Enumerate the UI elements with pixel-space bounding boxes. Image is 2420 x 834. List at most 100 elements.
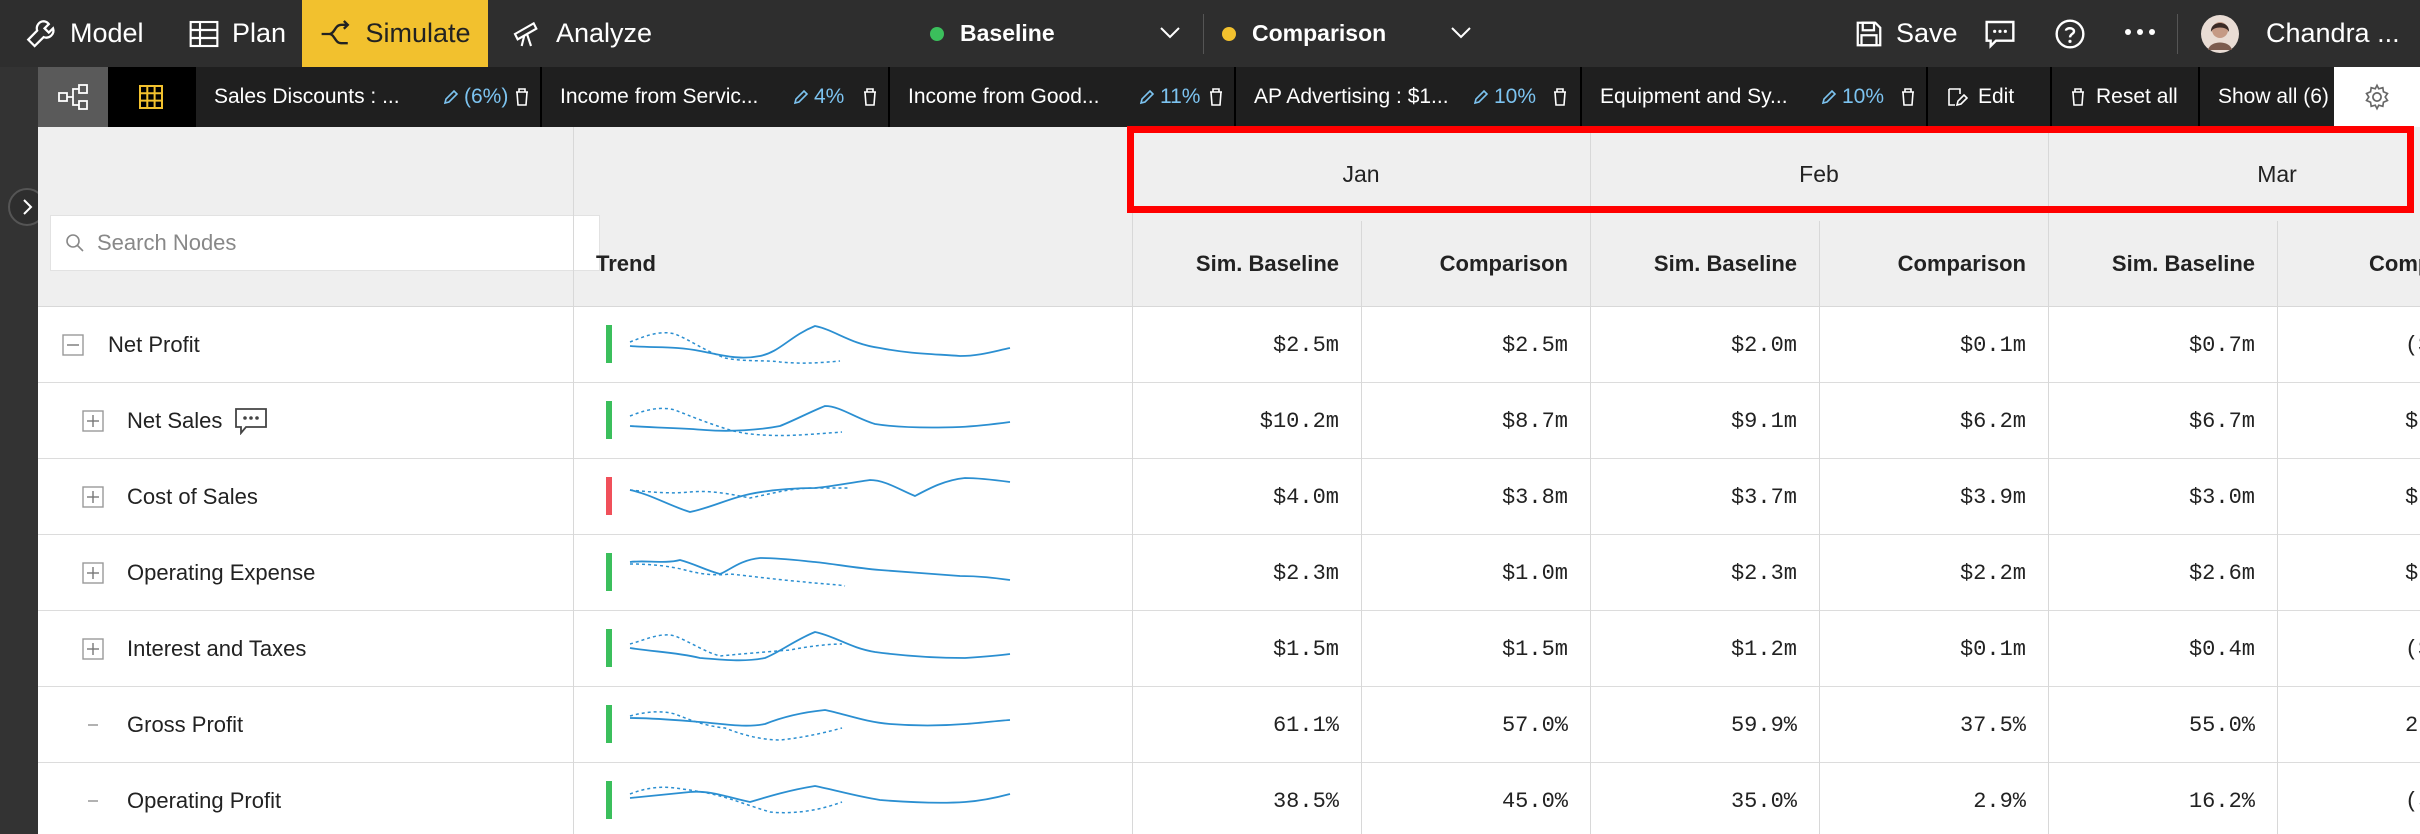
baseline-selector[interactable]: Baseline xyxy=(930,0,1055,67)
value-cell[interactable]: $9.1m xyxy=(1590,383,1819,459)
comparison-selector[interactable]: Comparison xyxy=(1222,0,1386,67)
value-cell[interactable]: $2.2m xyxy=(1819,535,2048,611)
row-label: Net Sales xyxy=(127,383,268,459)
search-input[interactable] xyxy=(95,229,579,257)
value-cell[interactable]: $3.8m xyxy=(1361,459,1590,535)
scenario-pct[interactable]: 4% xyxy=(792,85,844,109)
value-cell[interactable]: 45.0% xyxy=(1361,763,1590,834)
value-cell[interactable]: $2.0m xyxy=(1590,307,1819,383)
value-cell[interactable]: 59.9% xyxy=(1590,687,1819,763)
value-cell[interactable]: 38.5% xyxy=(1132,763,1361,834)
save-button[interactable]: Save xyxy=(1854,0,1958,67)
chevron-down-icon[interactable] xyxy=(1449,20,1473,44)
scenario-pct[interactable]: 11% xyxy=(1138,85,1200,109)
comment-icon[interactable] xyxy=(234,407,268,435)
value-cell[interactable]: $3.0m xyxy=(2048,459,2277,535)
show-all-button[interactable]: Show all (6) xyxy=(2198,67,2334,127)
baseline-label: Baseline xyxy=(960,20,1055,46)
value-cell[interactable]: ($6 xyxy=(2277,307,2420,383)
value-cell[interactable]: 37.5% xyxy=(1819,687,2048,763)
scenario-chip[interactable]: AP Advertising : $1... 10% xyxy=(1234,67,1580,127)
value-cell[interactable]: 2 xyxy=(2277,687,2420,763)
more-icon[interactable] xyxy=(2122,25,2158,39)
scenario-chip[interactable]: Equipment and Sy... 10% xyxy=(1580,67,1926,127)
grid-view-button[interactable] xyxy=(108,67,194,127)
scenario-chip[interactable]: Sales Discounts : ... (6%) xyxy=(194,67,540,127)
value-cell[interactable]: $10.2m xyxy=(1132,383,1361,459)
value-cell[interactable]: $6.2m xyxy=(1819,383,2048,459)
value-cell[interactable]: 55.0% xyxy=(2048,687,2277,763)
value-cell[interactable]: $1.5m xyxy=(1361,611,1590,687)
value-cell[interactable]: $3.9m xyxy=(1819,459,2048,535)
trash-icon[interactable] xyxy=(862,87,878,107)
table-row[interactable]: Net Profit$2.5m$2.5m$2.0m$0.1m$0.7m($6 xyxy=(38,307,2420,383)
scenario-pct[interactable]: (6%) xyxy=(442,85,508,109)
reset-all-button[interactable]: Reset all xyxy=(2050,67,2198,127)
trash-icon[interactable] xyxy=(1552,87,1568,107)
value-cell[interactable]: $1.0m xyxy=(1361,535,1590,611)
col-header-sim-baseline[interactable]: Sim. Baseline xyxy=(2048,221,2277,307)
nav-analyze[interactable]: Analyze xyxy=(510,0,652,67)
nav-plan[interactable]: Plan xyxy=(188,0,286,67)
value-cell[interactable]: $ xyxy=(2277,459,2420,535)
user-menu[interactable]: Chandra ... xyxy=(2200,0,2400,67)
value-cell[interactable]: $6.7m xyxy=(2048,383,2277,459)
value-cell[interactable]: $2.3m xyxy=(1132,535,1361,611)
table-row[interactable]: Cost of Sales $4.0m $3.8m $3.7m $3.9m $3.0m $ xyxy=(38,459,2420,535)
value-cell[interactable]: $1.5m xyxy=(1132,611,1361,687)
help-icon[interactable] xyxy=(2054,18,2086,50)
value-cell[interactable]: $0.7m xyxy=(2048,307,2277,383)
table-row[interactable]: Operating Expense $2.3m $1.0m $2.3m $2.2m $2.… xyxy=(38,535,2420,611)
value-cell[interactable]: $ xyxy=(2277,535,2420,611)
col-header-comparison[interactable]: Compa xyxy=(2277,221,2420,307)
scenario-chip[interactable]: Income from Servic... 4% xyxy=(540,67,888,127)
settings-button[interactable] xyxy=(2334,67,2420,127)
value-cell[interactable]: $8.7m xyxy=(1361,383,1590,459)
col-header-comparison[interactable]: Comparison xyxy=(1361,221,1590,307)
tree-view-button[interactable] xyxy=(38,67,108,127)
value-cell[interactable]: $0.1m xyxy=(1819,611,2048,687)
expand-icon[interactable] xyxy=(82,410,104,432)
value-cell[interactable]: $2.5m xyxy=(1132,307,1361,383)
table-row[interactable]: Operating Profit 38.5% 45.0% 35.0% 2.9% 16.2%… xyxy=(38,763,2420,834)
value-cell[interactable]: $4.0m xyxy=(1132,459,1361,535)
trash-icon[interactable] xyxy=(1900,87,1916,107)
value-cell[interactable]: $ xyxy=(2277,383,2420,459)
expand-icon[interactable] xyxy=(82,638,104,660)
table-row[interactable]: Gross Profit 61.1% 57.0% 59.9% 37.5% 55.0% 2 xyxy=(38,687,2420,763)
value-cell[interactable]: ($6 xyxy=(2277,611,2420,687)
value-cell[interactable]: 16.2% xyxy=(2048,763,2277,834)
table-row[interactable]: Net Sales $10.2m $8.7m $9.1m $6.2m $6.7m $ xyxy=(38,383,2420,459)
value-cell[interactable]: $2.5m xyxy=(1361,307,1590,383)
value-cell[interactable]: 2.9% xyxy=(1819,763,2048,834)
scenario-pct[interactable]: 10% xyxy=(1820,85,1884,109)
value-cell[interactable]: $1.2m xyxy=(1590,611,1819,687)
sparkline xyxy=(629,325,1011,364)
chevron-down-icon[interactable] xyxy=(1158,20,1182,44)
expand-icon[interactable] xyxy=(82,562,104,584)
value-cell[interactable]: $0.1m xyxy=(1819,307,2048,383)
table-row[interactable]: Interest and Taxes $1.5m $1.5m $1.2m $0.1m $0… xyxy=(38,611,2420,687)
scenario-pct[interactable]: 10% xyxy=(1472,85,1536,109)
expand-icon[interactable] xyxy=(82,486,104,508)
col-header-comparison[interactable]: Comparison xyxy=(1819,221,2048,307)
value-cell[interactable]: $2.3m xyxy=(1590,535,1819,611)
trash-icon[interactable] xyxy=(514,87,530,107)
col-header-sim-baseline[interactable]: Sim. Baseline xyxy=(1590,221,1819,307)
collapse-icon[interactable] xyxy=(62,334,84,356)
scenario-chip[interactable]: Income from Good... 11% xyxy=(888,67,1234,127)
trash-icon[interactable] xyxy=(1208,87,1224,107)
edit-button[interactable]: Edit xyxy=(1926,67,2050,127)
value-cell[interactable]: (5 xyxy=(2277,763,2420,834)
value-cell[interactable]: $3.7m xyxy=(1590,459,1819,535)
col-header-sim-baseline[interactable]: Sim. Baseline xyxy=(1132,221,1361,307)
nav-simulate[interactable]: Simulate xyxy=(302,0,488,67)
value-cell[interactable]: 61.1% xyxy=(1132,687,1361,763)
comment-icon[interactable] xyxy=(1983,18,2017,50)
value-cell[interactable]: 57.0% xyxy=(1361,687,1590,763)
nav-model[interactable]: Model xyxy=(24,0,144,67)
search-box[interactable] xyxy=(50,215,600,271)
value-cell[interactable]: $2.6m xyxy=(2048,535,2277,611)
value-cell[interactable]: $0.4m xyxy=(2048,611,2277,687)
value-cell[interactable]: 35.0% xyxy=(1590,763,1819,834)
